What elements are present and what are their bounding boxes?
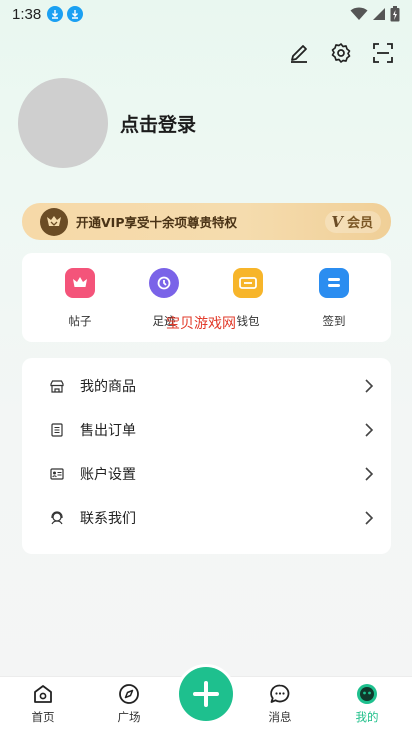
vip-v-logo: V <box>331 212 343 231</box>
footprint-icon <box>149 268 179 298</box>
menu-label: 售出订单 <box>80 423 136 439</box>
tab-messages[interactable]: 消息 <box>250 683 310 725</box>
menu-label: 联系我们 <box>80 511 136 527</box>
avatar[interactable] <box>18 78 108 168</box>
tab-label: 首页 <box>31 710 55 724</box>
download-icon <box>47 6 64 22</box>
edit-button[interactable] <box>284 38 314 68</box>
menu-item-contact-us[interactable]: 联系我们 <box>22 496 391 540</box>
store-icon <box>50 379 64 393</box>
settings-button[interactable] <box>326 38 356 68</box>
order-icon <box>50 423 64 437</box>
account-icon <box>50 467 64 481</box>
scan-button[interactable] <box>368 38 398 68</box>
menu-item-account-settings[interactable]: 账户设置 <box>22 452 391 496</box>
download-icon <box>67 6 84 22</box>
vip-banner[interactable]: 开通VIP享受十余项尊贵特权 V 会员 <box>22 203 391 240</box>
crown-icon <box>40 207 68 236</box>
vip-badge-label: 会员 <box>346 216 373 231</box>
watermark: 宝贝游戏网 <box>166 316 236 332</box>
quick-label: 帖子 <box>68 314 92 328</box>
quick-item-posts[interactable]: 帖子 <box>50 268 110 329</box>
battery-icon <box>390 6 400 22</box>
quick-label: 钱包 <box>236 314 260 328</box>
status-time: 1:38 <box>12 5 42 23</box>
tab-square[interactable]: 广场 <box>99 683 159 725</box>
profile-header[interactable]: 点击登录 <box>18 78 196 168</box>
tab-home[interactable]: 首页 <box>13 683 73 725</box>
chevron-right-icon <box>365 379 374 393</box>
support-icon <box>50 511 64 525</box>
publish-button[interactable] <box>179 667 233 721</box>
mine-icon <box>357 684 377 704</box>
vip-text: 开通VIP享受十余项尊贵特权 <box>76 215 237 230</box>
message-icon <box>270 684 290 703</box>
tab-label: 消息 <box>268 710 292 724</box>
scan-icon <box>373 43 393 63</box>
plus-icon <box>193 681 219 707</box>
menu-item-my-products[interactable]: 我的商品 <box>22 364 391 408</box>
menu-item-sold-orders[interactable]: 售出订单 <box>22 408 391 452</box>
wallet-icon <box>233 268 263 298</box>
tab-label: 广场 <box>117 710 141 724</box>
menu-card: 我的商品 售出订单 账户设置 联系我们 <box>22 358 391 554</box>
chevron-right-icon <box>365 467 374 481</box>
menu-label: 我的商品 <box>80 379 136 395</box>
top-actions <box>284 38 398 68</box>
wifi-icon <box>350 7 368 20</box>
quick-item-checkin[interactable]: 签到 <box>304 268 364 329</box>
vip-badge: V 会员 <box>325 210 381 233</box>
tab-label: 我的 <box>355 710 379 724</box>
chevron-right-icon <box>365 511 374 525</box>
pencil-icon <box>291 45 307 63</box>
home-icon <box>34 685 52 703</box>
login-link[interactable]: 点击登录 <box>120 110 196 137</box>
chevron-right-icon <box>365 423 374 437</box>
compass-icon <box>119 684 139 704</box>
checkin-icon <box>319 268 349 298</box>
gear-icon <box>331 43 351 63</box>
status-bar: 1:38 <box>0 0 412 28</box>
quick-label: 签到 <box>322 314 346 328</box>
posts-icon <box>65 268 95 298</box>
signal-icon <box>373 8 385 20</box>
tab-mine[interactable]: 我的 <box>337 683 397 725</box>
menu-label: 账户设置 <box>80 467 136 483</box>
